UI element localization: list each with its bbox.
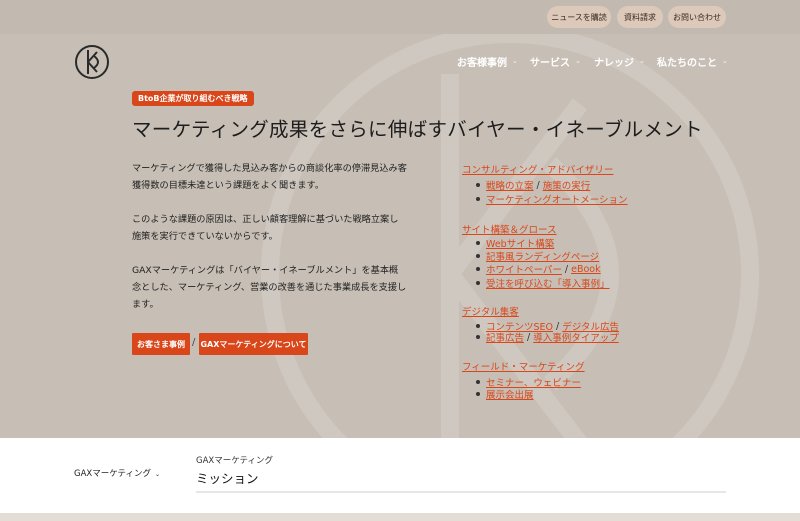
link-marketing-automation[interactable]: マーケティングオートメーション — [486, 192, 628, 206]
link-tieup[interactable]: 導入事例タイアップ — [533, 330, 619, 344]
link-ebook[interactable]: eBook — [571, 264, 601, 275]
bullet-icon — [476, 197, 480, 201]
list-item: 展示会出展 — [476, 387, 534, 401]
intro-paragraph-3: GAXマーケティングは「バイヤー・イネーブルメント」を基本概念とした、マーケティ… — [132, 265, 407, 310]
link-strategy[interactable]: 戦略の立案 — [486, 178, 534, 192]
link-article-ads[interactable]: 記事広告 — [486, 330, 524, 344]
nav-item-label: サービス — [530, 57, 570, 69]
list-item: 記事広告 / 導入事例タイアップ — [476, 330, 619, 344]
link-separator: / — [527, 331, 531, 343]
nav-item-about[interactable]: 私たちのこと ⌄ — [657, 54, 728, 69]
button-separator: / — [192, 337, 196, 348]
nav-item-label: お客様事例 — [457, 57, 507, 69]
about-gax-button[interactable]: GAXマーケティングについて — [199, 333, 308, 355]
chevron-down-icon: ⌄ — [639, 57, 645, 65]
nav-item-label: 私たちのこと — [657, 57, 717, 69]
next-section-strip — [0, 513, 800, 521]
news-subscribe-button[interactable]: ニュースを購読 — [547, 6, 611, 28]
list-item: マーケティングオートメーション — [476, 192, 628, 206]
bullet-icon — [476, 241, 480, 245]
list-item: 戦略の立案 / 施策の実行 — [476, 178, 590, 192]
mission-section: GAXマーケティング ⌄ GAXマーケティング ミッション — [0, 438, 800, 513]
contact-button[interactable]: お問い合わせ — [668, 6, 726, 28]
cases-button[interactable]: お客さま事例 — [132, 333, 190, 355]
link-web-site[interactable]: Webサイト構築 — [486, 236, 554, 250]
section-subtitle: GAXマーケティング — [196, 456, 274, 466]
nav-item-services[interactable]: サービス ⌄ — [530, 54, 581, 69]
divider — [196, 491, 726, 493]
bullet-icon — [476, 324, 480, 328]
request-materials-button[interactable]: 資料請求 — [617, 6, 663, 28]
bullet-icon — [476, 183, 480, 187]
bullet-icon — [476, 392, 480, 396]
section-title: ミッション — [196, 471, 259, 486]
link-execution[interactable]: 施策の実行 — [543, 178, 591, 192]
intro-paragraph-1: マーケティングで獲得した見込み客からの商談化率の停滞見込み客獲得数の目標未達とい… — [132, 163, 407, 191]
link-landing-page[interactable]: 記事風ランディングページ — [486, 249, 599, 263]
list-item: 記事風ランディングページ — [476, 249, 599, 263]
top-utility-bar: ニュースを購読 資料請求 お問い合わせ — [0, 0, 800, 34]
chevron-down-icon: ⌄ — [155, 471, 161, 478]
nav-item-knowledge[interactable]: ナレッジ ⌄ — [594, 54, 645, 69]
link-case-studies[interactable]: 受注を呼び込む「導入事例」 — [486, 276, 610, 290]
category-digital[interactable]: デジタル集客 — [462, 304, 519, 318]
nav-item-label: ナレッジ — [594, 57, 634, 69]
gax-logo-icon[interactable] — [74, 44, 110, 80]
category-consulting[interactable]: コンサルティング・アドバイザリー — [462, 162, 613, 176]
list-item: ホワイトペーパー / eBook — [476, 262, 601, 276]
page-title: マーケティング成果をさらに伸ばすバイヤー・イネーブルメント — [132, 118, 703, 141]
category-site-growth[interactable]: サイト構築＆グロース — [462, 222, 557, 236]
nav-item-cases[interactable]: お客様事例 ⌄ — [457, 54, 518, 69]
link-exhibition[interactable]: 展示会出展 — [486, 387, 534, 401]
category-field-marketing[interactable]: フィールド・マーケティング — [462, 359, 585, 373]
intro-paragraph-2: このような課題の原因は、正しい顧客理解に基づいた戦略立案し施策を実行できていない… — [132, 214, 399, 242]
bullet-icon — [476, 254, 480, 258]
bullet-icon — [476, 267, 480, 271]
section-dropdown-label: GAXマーケティング — [74, 469, 152, 479]
link-separator: / — [564, 263, 569, 275]
chevron-down-icon: ⌄ — [575, 57, 581, 65]
bullet-icon — [476, 335, 480, 339]
link-separator: / — [536, 179, 540, 191]
bullet-icon — [476, 281, 480, 285]
chevron-down-icon: ⌄ — [512, 57, 518, 65]
strategy-tag: BtoB企業が取り組むべき戦略 — [132, 91, 254, 106]
list-item: 受注を呼び込む「導入事例」 — [476, 276, 610, 290]
section-dropdown[interactable]: GAXマーケティング ⌄ — [74, 467, 160, 479]
chevron-down-icon: ⌄ — [722, 57, 728, 65]
link-whitepaper[interactable]: ホワイトペーパー — [486, 262, 562, 276]
list-item: Webサイト構築 — [476, 236, 554, 250]
bullet-icon — [476, 380, 480, 384]
